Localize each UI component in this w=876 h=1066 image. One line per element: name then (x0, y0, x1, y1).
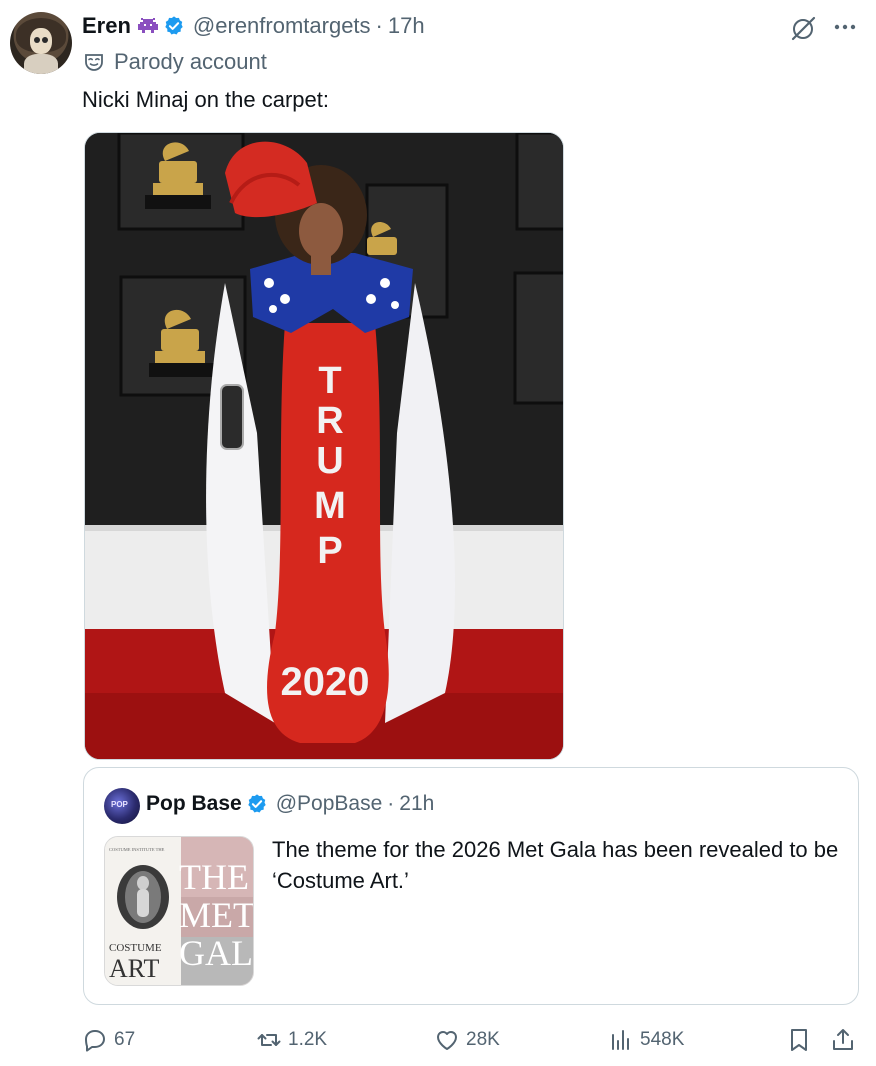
separator-dot: · (375, 13, 383, 38)
verified-badge-icon (165, 16, 183, 35)
separator-dot: · (387, 792, 395, 815)
svg-text:P: P (317, 530, 342, 572)
quote-author-name[interactable]: Pop Base (146, 792, 242, 816)
views-count: 548K (640, 1029, 685, 1050)
dress-text-letters: T (318, 360, 341, 402)
repost-icon (257, 1034, 281, 1046)
repost-button[interactable]: 1.2K (256, 1022, 327, 1058)
repost-count: 1.2K (288, 1029, 328, 1050)
quote-header: Pop Base @PopBase · 21h (146, 790, 434, 818)
svg-text:2020: 2020 (281, 660, 370, 704)
thumb-art-text: ART (109, 954, 160, 983)
tweet-text: Nicki Minaj on the carpet: (82, 87, 329, 112)
reply-icon (85, 1030, 105, 1052)
svg-text:M: M (314, 485, 346, 527)
quote-thumbnail[interactable]: COSTUME INSTITUTE THE COSTUME ART THE ME… (104, 836, 254, 986)
author-avatar[interactable] (10, 12, 72, 74)
quote-author-handle[interactable]: @PopBase (276, 792, 383, 816)
like-count: 28K (466, 1029, 500, 1050)
grok-icon[interactable] (788, 14, 818, 44)
bookmark-button[interactable] (786, 1022, 818, 1058)
quote-author-avatar[interactable]: POP (104, 788, 140, 824)
like-icon (437, 1031, 457, 1050)
views-button[interactable]: 548K (608, 1022, 684, 1058)
thumb-the-text: THE (179, 857, 249, 897)
svg-text:R: R (316, 400, 343, 442)
space-invader-emoji-icon (137, 18, 158, 33)
quote-time[interactable]: 21h (399, 792, 434, 816)
photo-red-carpet: T R U M P 2020 (85, 133, 563, 759)
author-name[interactable]: Eren (82, 13, 131, 39)
tweet-image[interactable]: T R U M P 2020 (84, 132, 564, 760)
quoted-tweet[interactable]: POP Pop Base @PopBase · 21h COSTUME INST… (83, 767, 859, 1005)
thumb-met-text: MET (179, 895, 254, 935)
parody-label-text: Parody account (114, 49, 267, 74)
verified-badge-icon (247, 794, 266, 813)
svg-text:U: U (316, 440, 343, 482)
tweet-time[interactable]: 17h (388, 13, 425, 39)
bookmark-icon (791, 1029, 807, 1051)
like-button[interactable]: 28K (434, 1022, 500, 1058)
quote-text: The theme for the 2026 Met Gala has been… (272, 837, 839, 893)
tweet-header: Eren @erenfromtargets · 17h (82, 12, 425, 40)
more-icon[interactable] (832, 14, 858, 40)
parody-mask-icon (85, 54, 103, 71)
reply-button[interactable]: 67 (82, 1022, 135, 1058)
share-button[interactable] (830, 1022, 862, 1058)
thumb-gal-text: GAL (179, 933, 253, 973)
author-handle[interactable]: @erenfromtargets (193, 13, 371, 39)
views-icon (612, 1030, 629, 1050)
share-icon (833, 1029, 853, 1050)
thumb-small-text: COSTUME INSTITUTE THE (109, 847, 165, 852)
action-bar: 67 1.2K 28K 548K (0, 1022, 876, 1058)
thumb-costume-text: COSTUME (109, 942, 162, 954)
parody-label: Parody account (84, 48, 267, 76)
reply-count: 67 (114, 1029, 136, 1050)
